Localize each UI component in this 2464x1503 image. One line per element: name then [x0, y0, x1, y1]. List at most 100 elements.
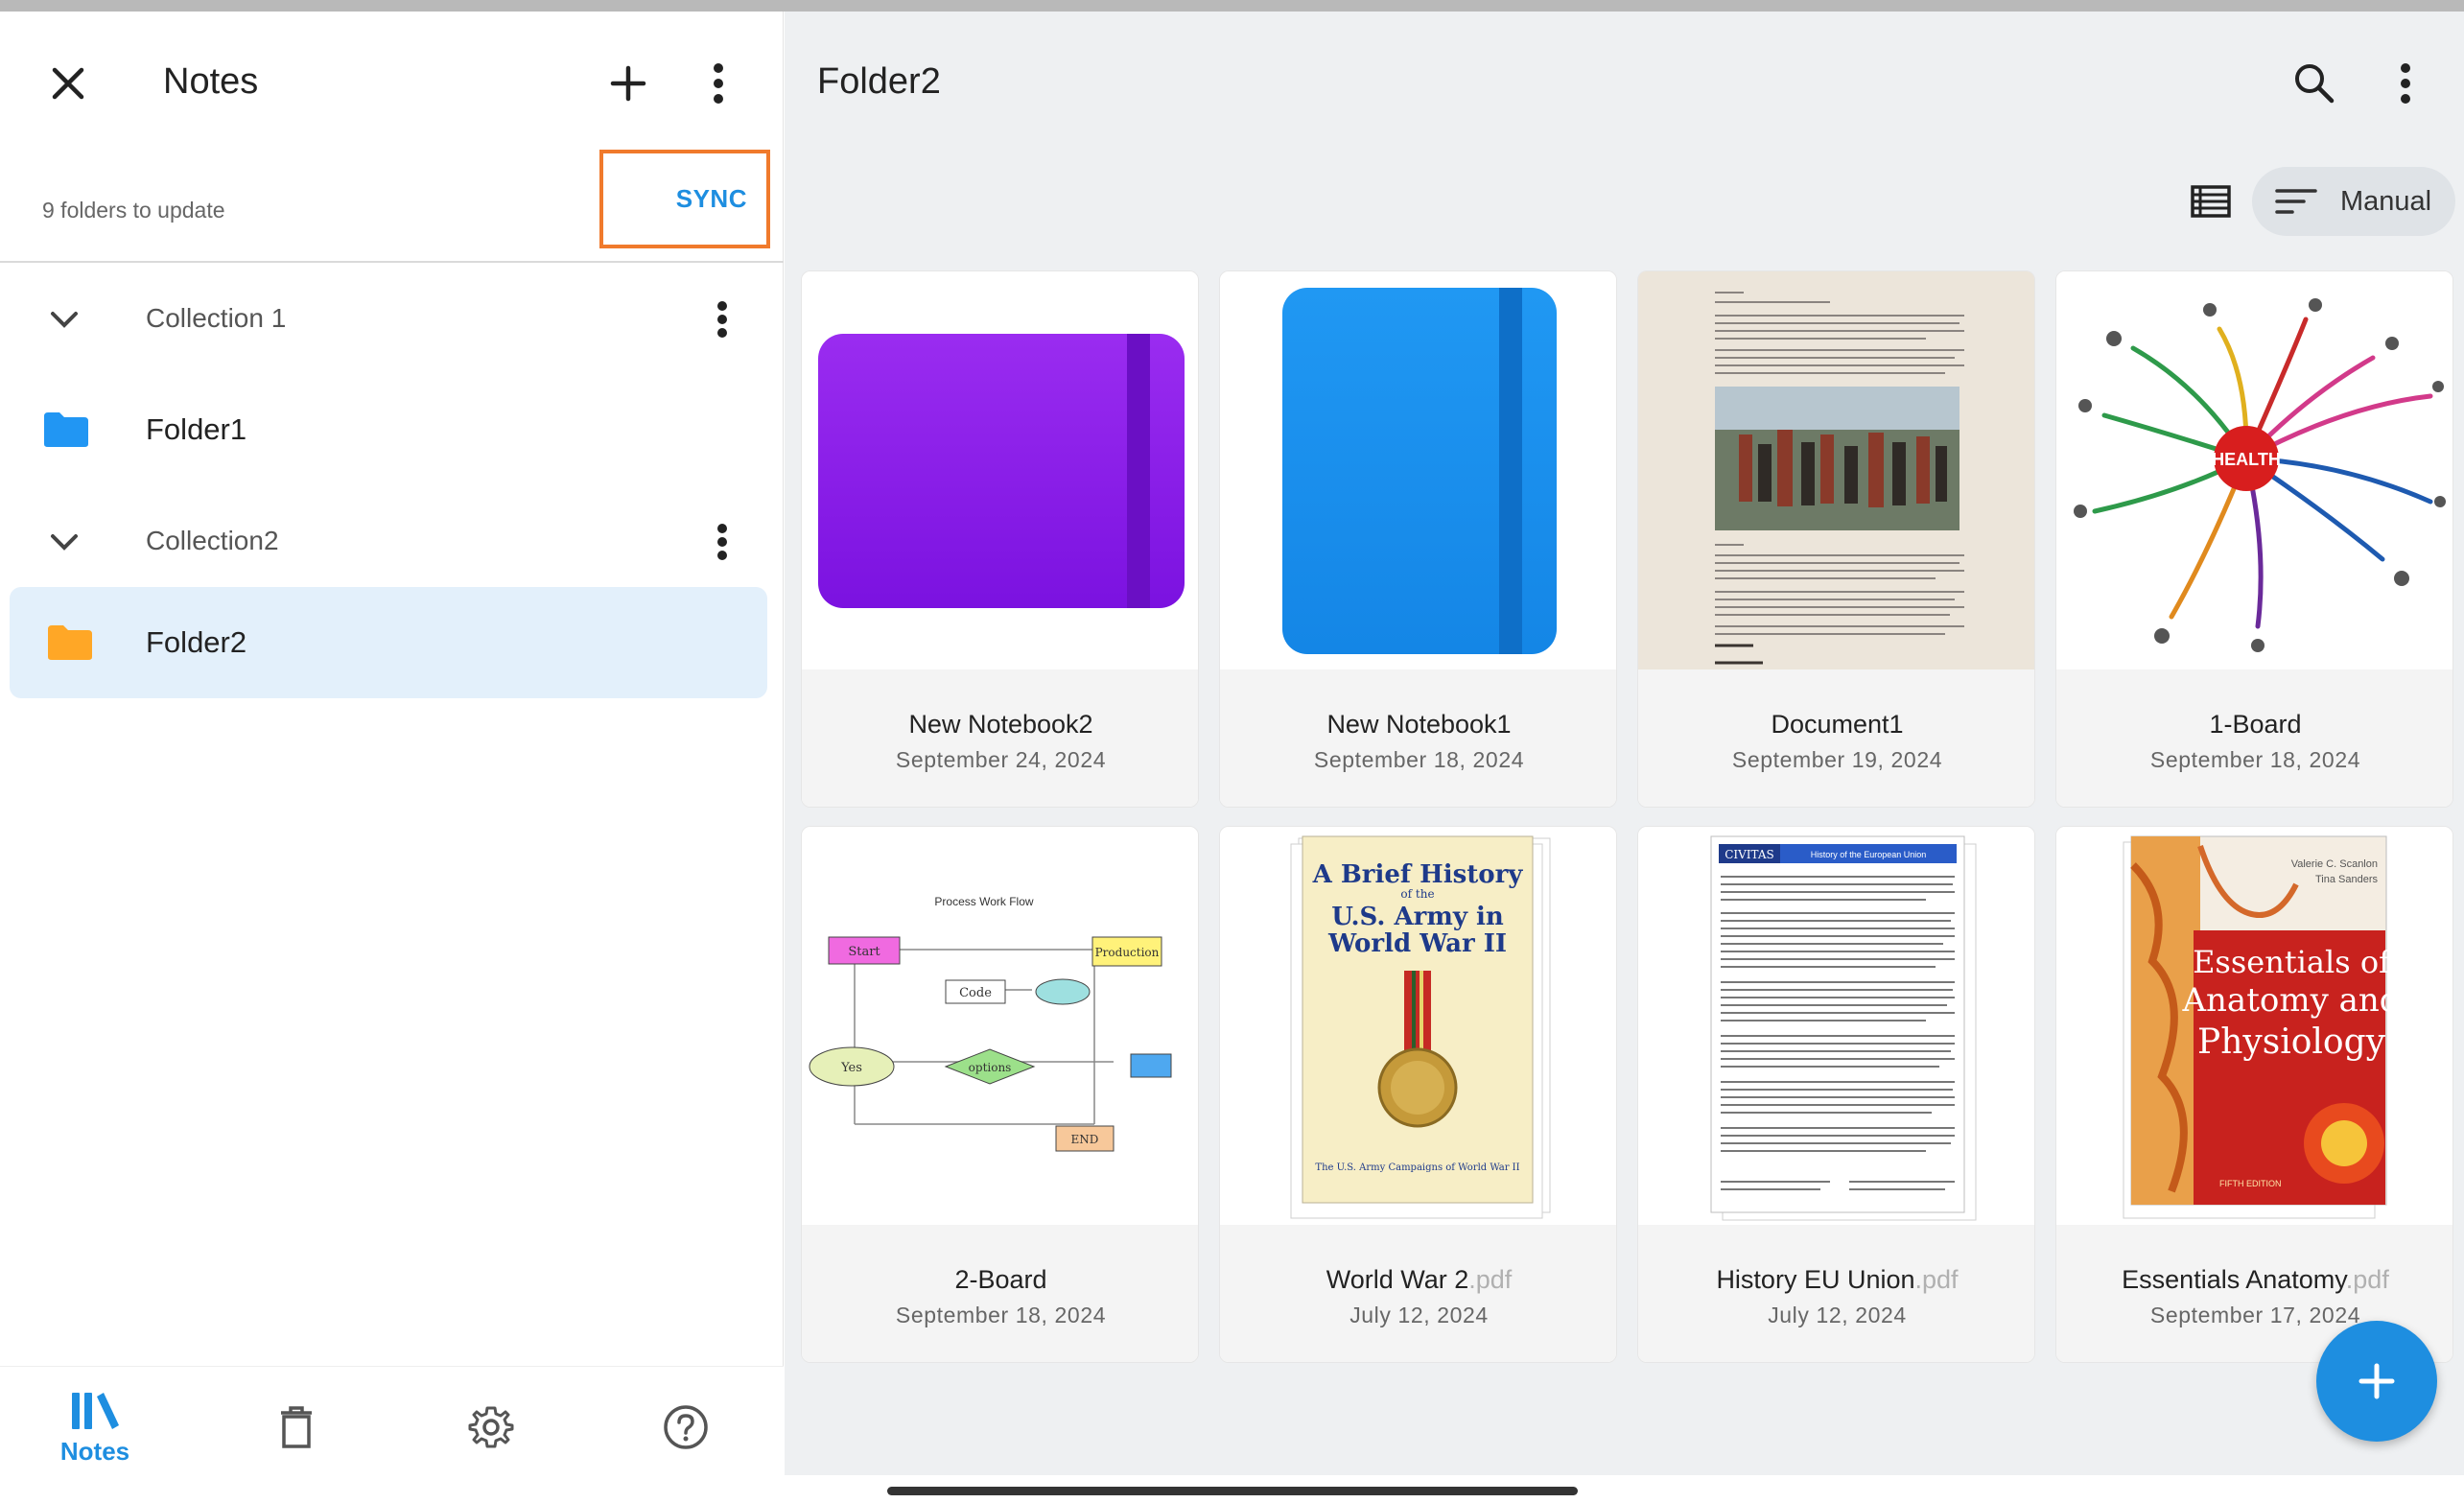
folder-icon: [48, 625, 92, 660]
nav-notes-label: Notes: [59, 1436, 130, 1466]
folder-label: Folder1: [146, 412, 247, 446]
add-note-fab[interactable]: [2316, 1321, 2437, 1442]
sync-button[interactable]: SYNC: [599, 150, 770, 248]
svg-text:FIFTH EDITION: FIFTH EDITION: [2219, 1179, 2282, 1188]
note-card[interactable]: New Notebook2 September 24, 2024: [801, 270, 1199, 808]
chevron-down-icon[interactable]: [40, 295, 88, 343]
card-title: New Notebook2: [908, 710, 1093, 739]
sort-icon: [2275, 189, 2317, 214]
svg-text:END: END: [1071, 1133, 1099, 1146]
sync-status-text: 9 folders to update: [42, 198, 225, 223]
document-preview: [1638, 271, 2034, 669]
svg-text:Yes: Yes: [840, 1061, 862, 1075]
svg-text:Production: Production: [1095, 946, 1160, 959]
collection-more-button[interactable]: [698, 294, 746, 345]
card-date: September 18, 2024: [2149, 747, 2361, 772]
plus-icon: [610, 65, 646, 102]
more-vert-icon: [717, 524, 727, 560]
collection-label: Collection2: [146, 526, 279, 555]
main-panel: Folder2 Manual New Notebook2 September 2…: [785, 12, 2464, 1475]
pdf-thumbnail: Valerie C. Scanlon Tina Sanders Essentia…: [2056, 827, 2452, 1225]
view-toggle-button[interactable]: [2177, 168, 2244, 235]
sidebar-title: Notes: [163, 61, 259, 102]
collection-more-button[interactable]: [698, 516, 746, 568]
svg-text:Tina Sanders: Tina Sanders: [2315, 874, 2379, 885]
nav-trash[interactable]: [234, 1367, 359, 1488]
svg-text:U.S. Army in: U.S. Army in: [1331, 903, 1504, 931]
collection-row[interactable]: Collection2: [0, 487, 784, 595]
pdf-thumbnail: A Brief History of the U.S. Army in Worl…: [1220, 827, 1616, 1225]
help-icon: [664, 1405, 708, 1449]
more-vert-icon: [2401, 63, 2410, 104]
note-card[interactable]: HEALTH 1-Board September 18, 2024: [2055, 270, 2453, 808]
book-cover-ww2: A Brief History of the U.S. Army in Worl…: [1290, 835, 1551, 1219]
card-title: World War 2.pdf: [1326, 1265, 1513, 1294]
nav-notes[interactable]: Notes: [33, 1367, 157, 1488]
svg-text:Process Work Flow: Process Work Flow: [934, 895, 1033, 908]
card-title: Essentials Anatomy.pdf: [2122, 1265, 2389, 1294]
nav-settings[interactable]: [429, 1367, 553, 1488]
sidebar-more-button[interactable]: [685, 50, 752, 117]
add-button[interactable]: [595, 50, 662, 117]
note-card[interactable]: Document1 September 19, 2024: [1637, 270, 2035, 808]
card-title: History EU Union.pdf: [1716, 1265, 1959, 1294]
document-thumbnail: [1638, 271, 2034, 669]
more-vert-icon: [717, 301, 727, 338]
gear-icon: [468, 1406, 514, 1448]
note-card[interactable]: Process Work Flow Start Production Code …: [801, 826, 1199, 1363]
svg-text:Valerie C. Scanlon: Valerie C. Scanlon: [2291, 858, 2378, 870]
card-date: September 19, 2024: [1731, 747, 1943, 772]
notebook-thumbnail: [802, 271, 1198, 669]
folder-icon: [44, 412, 88, 447]
book-cover-anatomy: Valerie C. Scanlon Tina Sanders Essentia…: [2123, 835, 2401, 1219]
flowchart-preview: Process Work Flow Start Production Code …: [809, 895, 1172, 1152]
sidebar: Notes 9 folders to update SYNC Collectio…: [0, 12, 784, 1487]
card-date: July 12, 2024: [1349, 1303, 1489, 1327]
document-preview-eu: CIVITAS History of the European Union: [1710, 835, 1977, 1221]
collection-row[interactable]: Collection 1: [0, 265, 784, 372]
card-date: September 24, 2024: [895, 747, 1107, 772]
notebook-cover-blue: [1281, 287, 1557, 654]
svg-text:options: options: [969, 1061, 1012, 1074]
note-card[interactable]: New Notebook1 September 18, 2024: [1219, 270, 1617, 808]
close-icon: [52, 67, 84, 100]
svg-text:Physiology: Physiology: [2197, 1022, 2386, 1062]
more-vert-icon: [714, 63, 723, 104]
notebook-cover-purple: [817, 333, 1185, 608]
pdf-thumbnail: CIVITAS History of the European Union: [1638, 827, 2034, 1225]
note-card[interactable]: Valerie C. Scanlon Tina Sanders Essentia…: [2055, 826, 2453, 1363]
list-view-icon: [2191, 185, 2231, 218]
svg-text:A Brief History: A Brief History: [1312, 860, 1524, 889]
card-date: July 12, 2024: [1768, 1303, 1907, 1327]
card-title: 2-Board: [954, 1265, 1047, 1294]
bottom-nav: Notes: [0, 1366, 784, 1487]
svg-text:History of the European Union: History of the European Union: [1811, 850, 1927, 859]
search-button[interactable]: [2281, 50, 2348, 117]
main-more-button[interactable]: [2372, 50, 2439, 117]
close-button[interactable]: [35, 50, 102, 117]
card-title: 1-Board: [2209, 710, 2302, 739]
mindmap-center-label: HEALTH: [2212, 450, 2281, 469]
collection-label: Collection 1: [146, 303, 287, 333]
sort-label: Manual: [2340, 185, 2432, 217]
home-indicator[interactable]: [887, 1487, 1578, 1495]
folder-label: Folder2: [146, 625, 247, 659]
card-date: September 18, 2024: [895, 1303, 1107, 1327]
card-title: Document1: [1771, 710, 1904, 739]
svg-text:of the: of the: [1400, 887, 1434, 901]
note-card[interactable]: A Brief History of the U.S. Army in Worl…: [1219, 826, 1617, 1363]
trash-icon: [281, 1406, 312, 1448]
svg-text:Code: Code: [959, 986, 992, 1000]
chevron-down-icon[interactable]: [40, 518, 88, 566]
folder-row-selected[interactable]: Folder2: [10, 587, 767, 698]
sidebar-header: Notes: [0, 12, 784, 155]
flowchart-thumbnail: Process Work Flow Start Production Code …: [802, 827, 1198, 1225]
folder-row[interactable]: Folder1: [0, 376, 784, 483]
status-strip: [0, 0, 2464, 12]
svg-text:World War II: World War II: [1327, 929, 1507, 958]
note-card[interactable]: CIVITAS History of the European Union Hi…: [1637, 826, 2035, 1363]
sort-chip[interactable]: Manual: [2252, 167, 2455, 236]
nav-help[interactable]: [623, 1367, 748, 1488]
svg-text:CIVITAS: CIVITAS: [1725, 848, 1774, 861]
mindmap-thumbnail: HEALTH: [2056, 271, 2452, 669]
